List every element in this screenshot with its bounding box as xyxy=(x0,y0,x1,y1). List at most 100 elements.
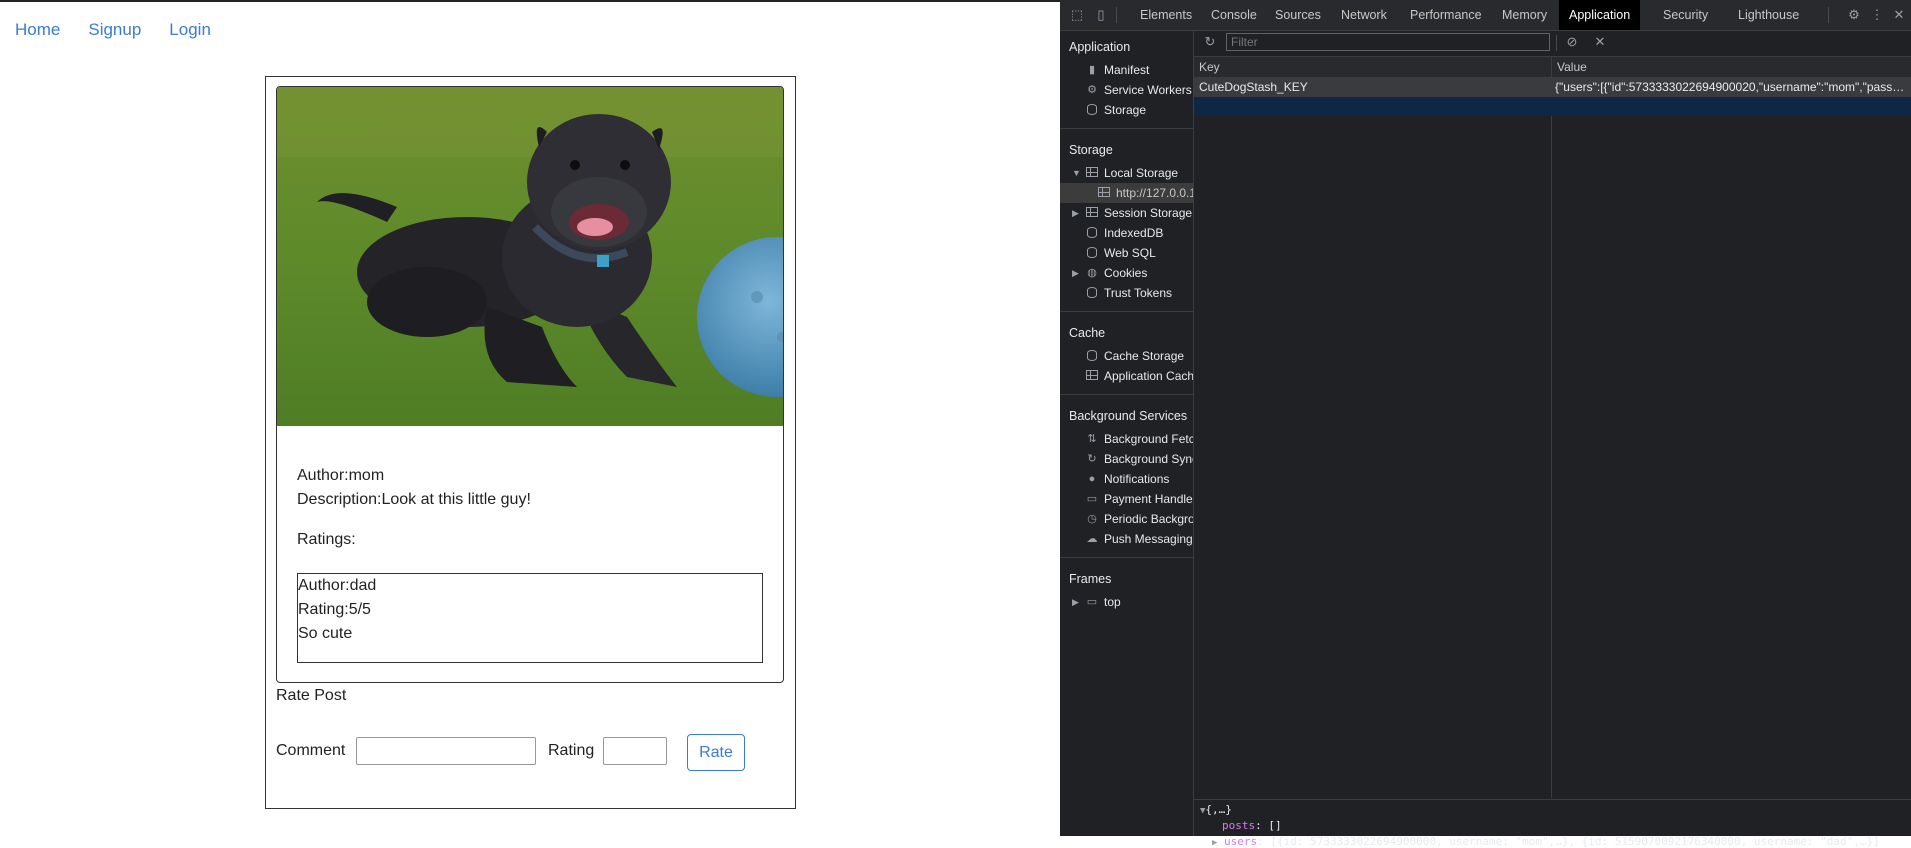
column-divider[interactable] xyxy=(1551,57,1552,798)
sidebar-item-session-storage[interactable]: ▶ Session Storage xyxy=(1060,203,1193,223)
storage-view: ↻ ⊘ ✕ Key Value CuteDogStash_KEY {"users… xyxy=(1194,30,1911,848)
card-icon: ▭ xyxy=(1086,493,1098,505)
nav-signup-link[interactable]: Signup xyxy=(88,20,141,40)
rating-input[interactable] xyxy=(603,737,667,765)
sidebar-item-label: Notifications xyxy=(1104,472,1170,486)
more-options-icon[interactable]: ⋮ xyxy=(1870,8,1884,22)
ratings-label: Ratings: xyxy=(297,531,356,548)
sidebar-item-notifications[interactable]: ● Notifications xyxy=(1060,469,1193,489)
row-key: CuteDogStash_KEY xyxy=(1199,80,1308,94)
sidebar-item-cache-storage[interactable]: Cache Storage xyxy=(1060,346,1193,366)
sidebar-item-indexeddb[interactable]: IndexedDB xyxy=(1060,223,1193,243)
sidebar-item-service-workers[interactable]: ⚙ Service Workers xyxy=(1060,80,1193,100)
sidebar-item-label: Push Messaging xyxy=(1104,532,1193,546)
clear-all-icon[interactable]: ⊘ xyxy=(1565,35,1579,49)
top-nav: Home Signup Login xyxy=(0,20,224,40)
collapsed-triangle-icon[interactable]: ▶ xyxy=(1072,592,1079,612)
sidebar-item-label: Background Sync xyxy=(1104,452,1194,466)
sidebar-divider xyxy=(1060,394,1193,395)
toolbar-divider xyxy=(1556,35,1557,51)
nav-login-link[interactable]: Login xyxy=(169,20,211,40)
gear-icon: ⚙ xyxy=(1087,84,1097,96)
web-page: Home Signup Login Author:mom Description… xyxy=(0,0,1060,836)
sidebar-item-background-sync[interactable]: ↻ Background Sync xyxy=(1060,449,1193,469)
tab-lighthouse[interactable]: Lighthouse xyxy=(1728,0,1809,30)
tab-sources[interactable]: Sources xyxy=(1265,0,1331,30)
tab-memory[interactable]: Memory xyxy=(1492,0,1557,30)
sidebar-heading-background-services: Background Services xyxy=(1069,409,1188,423)
rate-post-heading: Rate Post xyxy=(276,687,347,704)
rating-author: Author:dad xyxy=(298,577,377,594)
sync-icon: ↻ xyxy=(1087,453,1097,465)
application-sidebar: Application ▮ Manifest ⚙ Service Workers… xyxy=(1060,30,1194,836)
dog-photo xyxy=(277,87,783,426)
comment-label: Comment xyxy=(276,742,346,759)
sidebar-item-web-sql[interactable]: Web SQL xyxy=(1060,243,1193,263)
sidebar-divider xyxy=(1060,311,1193,312)
sidebar-item-local-storage[interactable]: ▼ Local Storage xyxy=(1060,163,1193,183)
database-icon xyxy=(1086,350,1098,362)
post-author: Author:mom xyxy=(297,467,385,484)
tab-network[interactable]: Network xyxy=(1331,0,1397,30)
sidebar-item-label: Payment Handler xyxy=(1104,492,1194,506)
rating-value: Rating:5/5 xyxy=(298,601,371,618)
delete-selected-icon[interactable]: ✕ xyxy=(1593,35,1607,49)
rating-label: Rating xyxy=(548,742,595,759)
sidebar-item-background-fetch[interactable]: ⇅ Background Fetch xyxy=(1060,429,1193,449)
sidebar-item-storage[interactable]: Storage xyxy=(1060,100,1193,120)
sidebar-item-application-cache[interactable]: Application Cache xyxy=(1060,366,1193,386)
table-row[interactable]: CuteDogStash_KEY {"users":[{"id":5733333… xyxy=(1194,78,1911,97)
sidebar-item-push-messaging[interactable]: ☁ Push Messaging xyxy=(1060,529,1193,549)
grid-icon xyxy=(1086,370,1098,382)
sidebar-divider xyxy=(1060,557,1193,558)
comment-input[interactable] xyxy=(356,737,536,765)
sidebar-item-local-origin[interactable]: http://127.0.0.1 xyxy=(1060,183,1193,203)
sidebar-heading-frames: Frames xyxy=(1069,572,1112,586)
sidebar-item-label: Trust Tokens xyxy=(1104,286,1173,300)
devtools-panel: ⬚ ▯ Elements Console Sources Network Per… xyxy=(1060,0,1911,848)
inspect-element-icon[interactable]: ⬚ xyxy=(1070,8,1084,22)
filter-input[interactable] xyxy=(1226,33,1550,51)
table-row-empty-selected[interactable] xyxy=(1194,97,1911,116)
sidebar-item-payment-handler[interactable]: ▭ Payment Handler xyxy=(1060,489,1193,509)
column-header-key[interactable]: Key xyxy=(1199,60,1220,74)
expanded-triangle-icon[interactable]: ▼ xyxy=(1072,163,1081,183)
value-preview: ▼{,…} posts: [] ▶ users: [{id: 573333302… xyxy=(1194,799,1911,848)
toolbar-divider xyxy=(1116,7,1117,23)
column-header-value[interactable]: Value xyxy=(1557,60,1587,74)
nav-home-link[interactable]: Home xyxy=(15,20,60,40)
grid-icon xyxy=(1098,187,1110,199)
database-icon xyxy=(1086,104,1098,116)
collapsed-triangle-icon[interactable]: ▶ xyxy=(1072,203,1079,223)
tab-console[interactable]: Console xyxy=(1201,0,1267,30)
close-icon[interactable]: ✕ xyxy=(1892,8,1906,22)
table-header: Key Value xyxy=(1194,57,1911,78)
tab-elements[interactable]: Elements xyxy=(1130,0,1202,30)
database-icon xyxy=(1086,247,1098,259)
tab-security[interactable]: Security xyxy=(1653,0,1718,30)
preview-root[interactable]: ▼{,…} xyxy=(1200,803,1232,816)
sidebar-item-periodic-background-sync[interactable]: ◷ Periodic Background Sync xyxy=(1060,509,1193,529)
rate-button[interactable]: Rate xyxy=(687,734,745,771)
sidebar-item-label: Application Cache xyxy=(1104,369,1194,383)
settings-gear-icon[interactable]: ⚙ xyxy=(1847,8,1861,22)
sidebar-item-label: Service Workers xyxy=(1104,83,1192,97)
collapsed-triangle-icon[interactable]: ▶ xyxy=(1072,263,1079,283)
clock-icon: ◷ xyxy=(1087,513,1097,525)
sidebar-item-trust-tokens[interactable]: Trust Tokens xyxy=(1060,283,1193,303)
sidebar-item-label: Cookies xyxy=(1104,266,1148,280)
document-icon: ▮ xyxy=(1088,64,1096,76)
tab-performance[interactable]: Performance xyxy=(1400,0,1492,30)
sidebar-item-manifest[interactable]: ▮ Manifest xyxy=(1060,60,1193,80)
sidebar-item-label: Background Fetch xyxy=(1104,432,1194,446)
tab-application[interactable]: Application xyxy=(1559,0,1641,30)
collapsed-triangle-icon[interactable]: ▶ xyxy=(1212,838,1217,848)
refresh-icon[interactable]: ↻ xyxy=(1203,35,1217,49)
sidebar-item-frame-top[interactable]: ▶ ▭ top xyxy=(1060,592,1193,612)
up-down-arrows-icon: ⇅ xyxy=(1087,433,1097,445)
device-toolbar-icon[interactable]: ▯ xyxy=(1094,8,1108,22)
sidebar-divider xyxy=(1060,128,1193,129)
sidebar-item-cookies[interactable]: ▶ ◍ Cookies xyxy=(1060,263,1193,283)
preview-users[interactable]: ▶ users: [{id: 5733333022694900000, user… xyxy=(1212,835,1880,848)
row-value: {"users":[{"id":5733333022694900020,"use… xyxy=(1555,80,1907,94)
